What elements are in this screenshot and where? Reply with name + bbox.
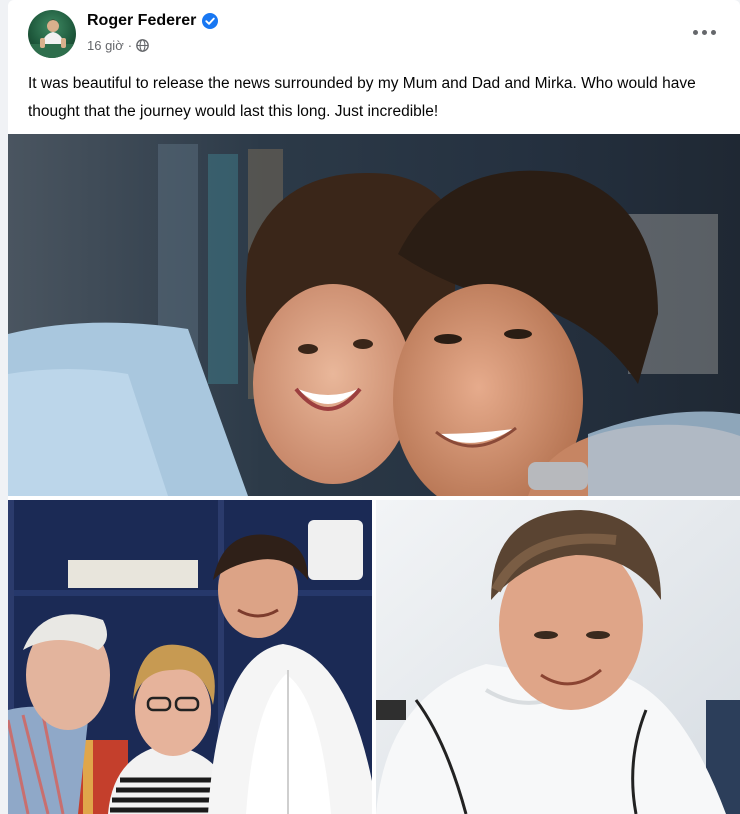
- meta-separator: ·: [127, 38, 133, 53]
- post-timestamp[interactable]: 16 giờ: [87, 38, 124, 53]
- verified-badge-icon: [202, 13, 219, 29]
- post-header: Roger Federer 16 giờ ·: [8, 0, 740, 64]
- globe-icon[interactable]: [136, 39, 149, 52]
- post-meta: 16 giờ ·: [87, 38, 149, 53]
- more-options-icon[interactable]: [686, 18, 722, 46]
- photo-smiling-down[interactable]: [376, 500, 740, 814]
- author-name[interactable]: Roger Federer: [87, 12, 196, 30]
- photo-with-parents[interactable]: [8, 500, 372, 814]
- photo-couple-closeup[interactable]: [8, 134, 740, 496]
- facebook-post: Roger Federer 16 giờ · It was beautiful …: [8, 0, 740, 814]
- post-message: It was beautiful to release the news sur…: [28, 75, 696, 120]
- author-row: Roger Federer: [87, 12, 219, 30]
- author-avatar[interactable]: [28, 10, 76, 58]
